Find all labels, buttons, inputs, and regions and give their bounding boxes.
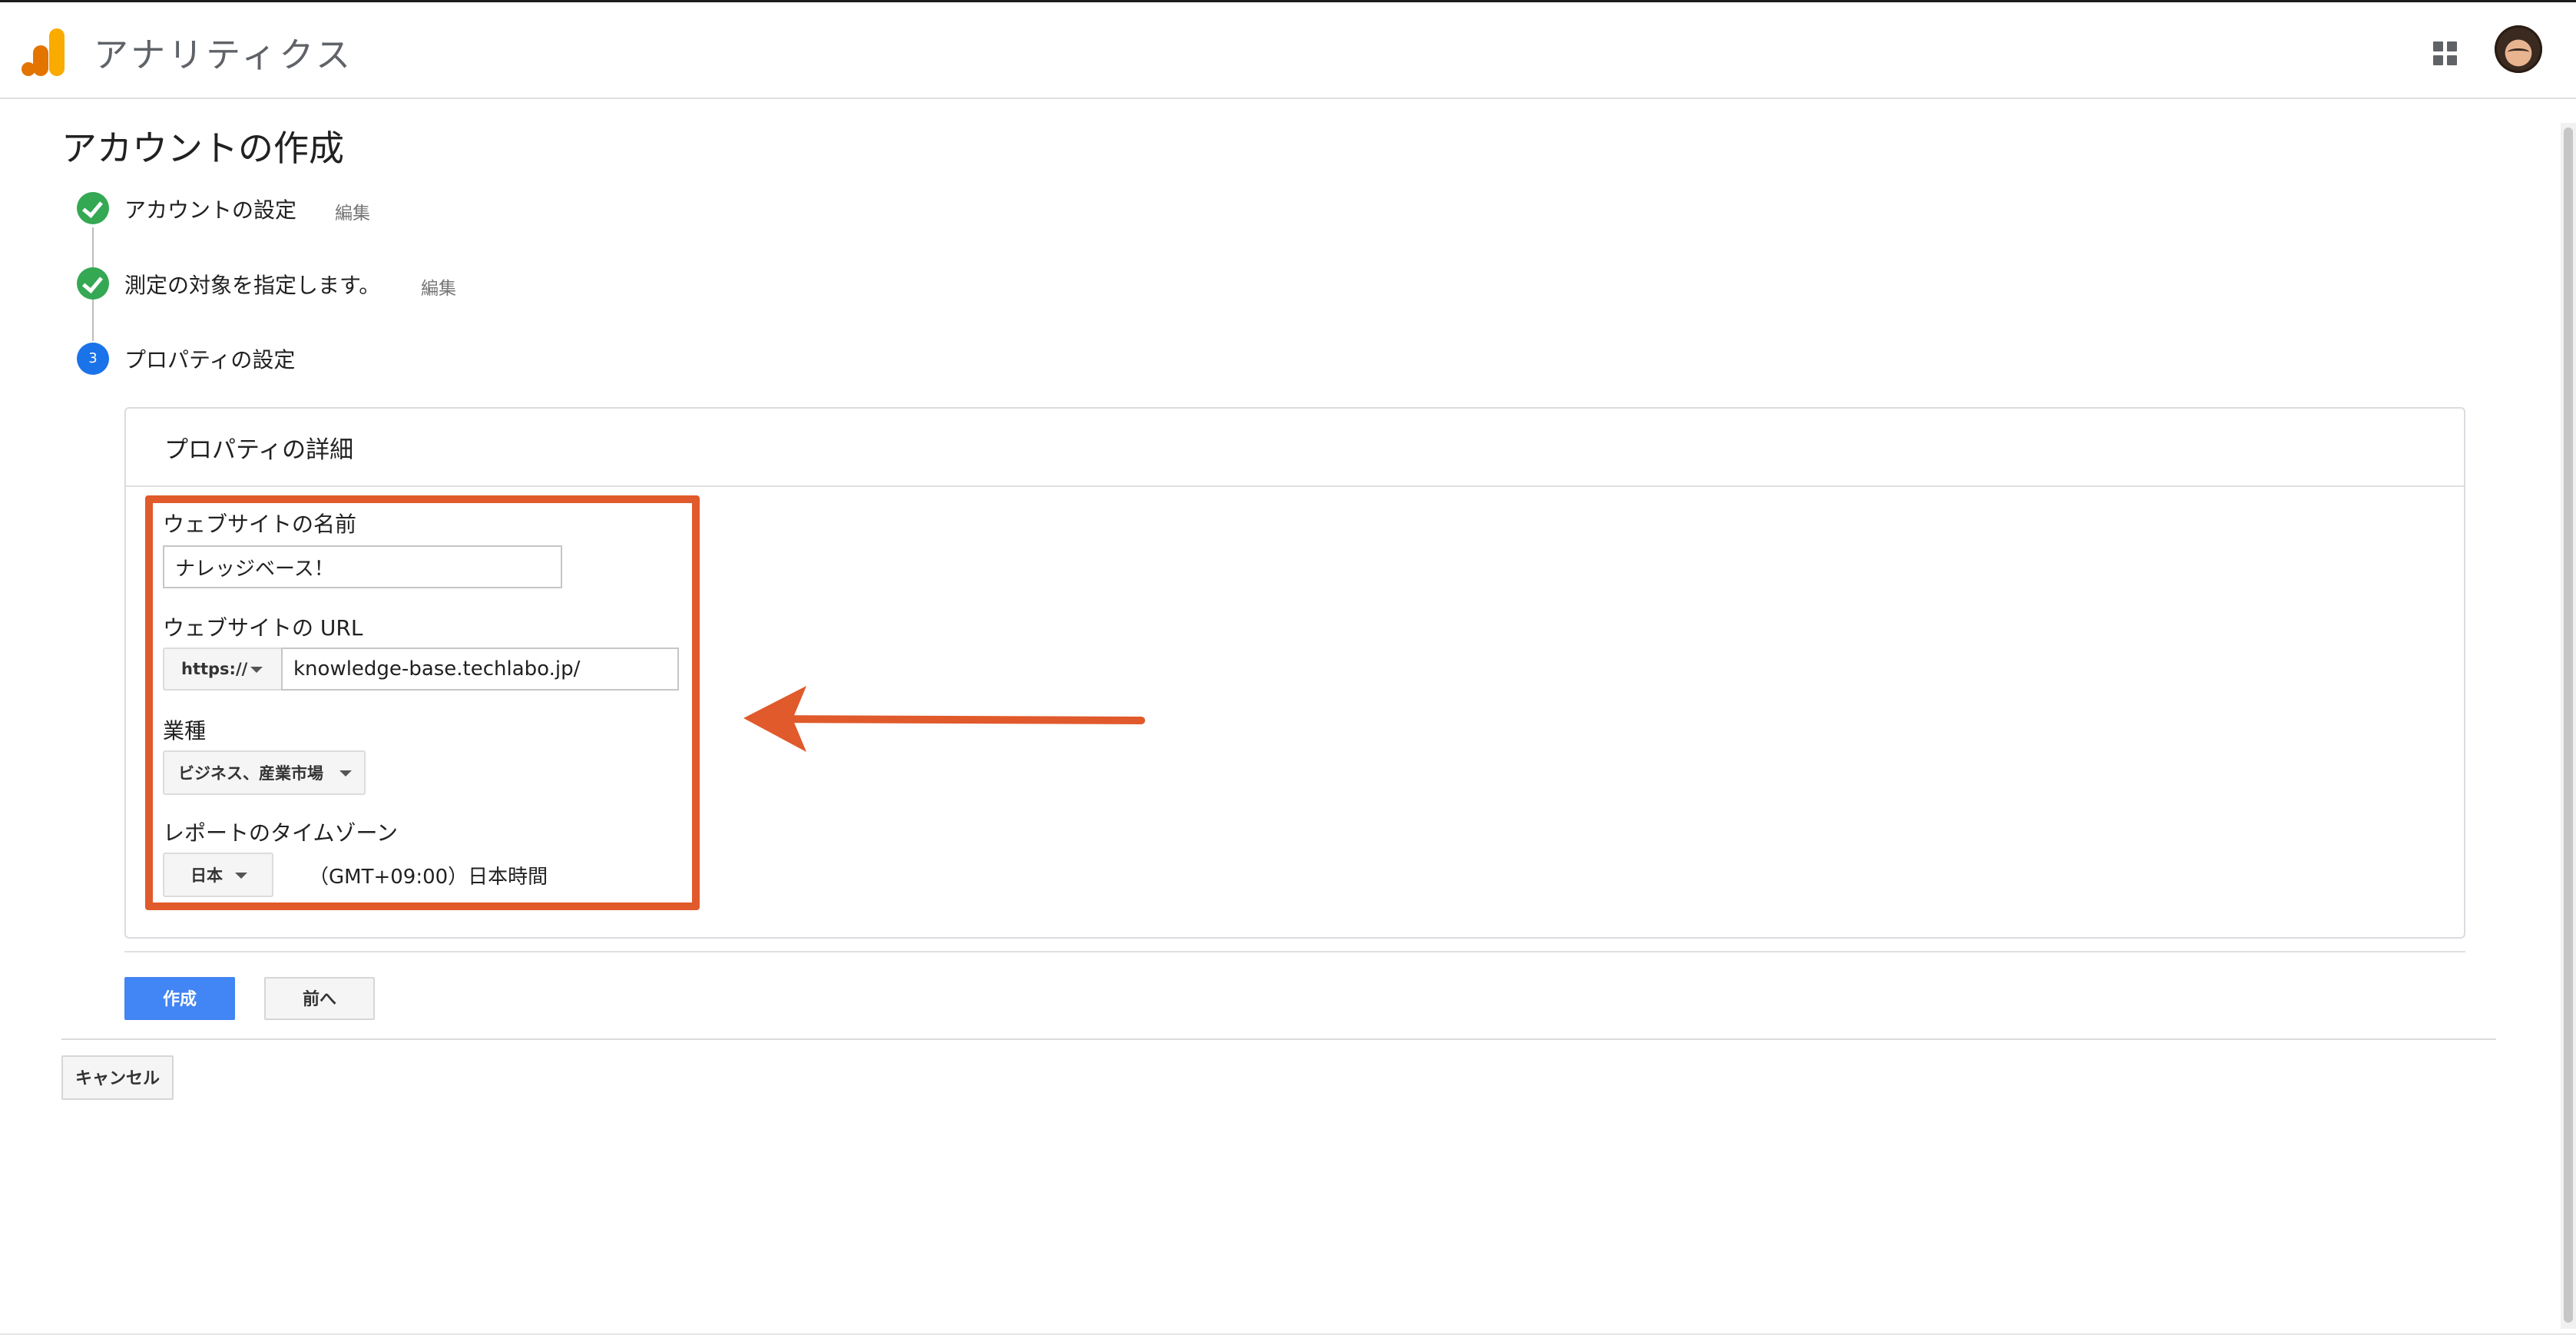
scrollbar-thumb[interactable]	[2564, 128, 2573, 1323]
step-complete-check-icon	[77, 267, 109, 300]
step-number-badge: 3	[77, 343, 109, 375]
card-divider	[126, 485, 2464, 487]
google-analytics-logo-icon[interactable]	[22, 28, 65, 76]
step-label-measurement-target: 測定の対象を指定します。	[124, 273, 381, 298]
page-title: アカウントの作成	[61, 128, 344, 169]
edit-measurement-target-link[interactable]: 編集	[421, 273, 456, 300]
edit-account-settings-link[interactable]: 編集	[335, 198, 370, 224]
step-label-account-settings: アカウントの設定	[124, 197, 297, 223]
step-complete-check-icon	[77, 192, 109, 224]
cancel-button[interactable]: キャンセル	[61, 1055, 174, 1100]
section-divider	[61, 1038, 2496, 1040]
card-title: プロパティの詳細	[164, 436, 354, 464]
window-bottom-edge	[0, 1333, 2576, 1335]
app-title: アナリティクス	[94, 35, 354, 75]
annotation-arrow-icon	[743, 686, 1145, 752]
form-divider	[124, 951, 2465, 952]
annotation-highlight-box	[145, 495, 700, 910]
app-header: アナリティクス	[0, 2, 2576, 99]
step-label-property-settings: プロパティの設定	[124, 347, 296, 373]
create-button[interactable]: 作成	[124, 977, 235, 1020]
back-button[interactable]: 前へ	[264, 977, 375, 1020]
apps-grid-icon[interactable]	[2433, 41, 2458, 66]
user-avatar[interactable]	[2495, 25, 2542, 73]
